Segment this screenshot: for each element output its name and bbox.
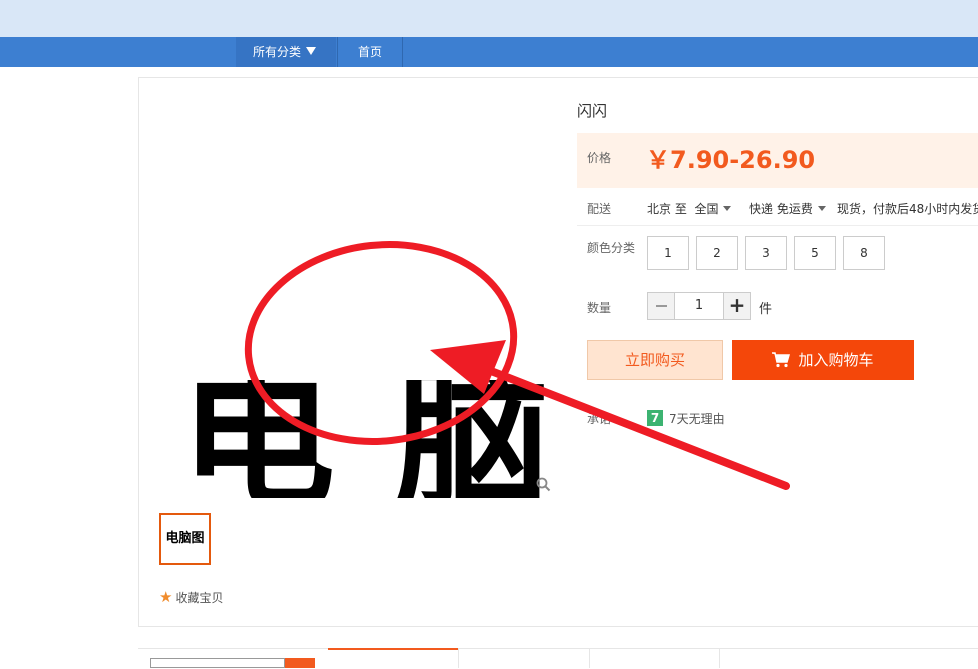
zoom-icon[interactable] [535, 476, 551, 492]
add-to-cart-label: 加入购物车 [798, 351, 874, 369]
caret-down-icon [723, 206, 732, 211]
product-title: 闪闪 [577, 102, 608, 120]
shipping-label: 配送 [587, 202, 612, 216]
color-option[interactable]: 3 [745, 236, 787, 270]
price-value: ￥7.90-26.90 [646, 146, 816, 174]
top-banner [0, 0, 978, 37]
tab-divider [458, 648, 459, 668]
shipping-method-text: 快递 免运费 [749, 202, 813, 216]
main-nav-bar: 所有分类 首页 [0, 37, 978, 67]
quantity-unit: 件 [759, 302, 773, 317]
caret-down-icon [817, 206, 826, 211]
divider [577, 225, 978, 226]
promise-label: 承诺 [587, 412, 612, 426]
product-thumbnail[interactable]: 电脑图 [159, 513, 211, 565]
quantity-increase-button[interactable]: + [723, 292, 751, 320]
nav-divider [402, 37, 403, 67]
tab-divider [719, 648, 720, 668]
caret-down-icon [306, 47, 317, 55]
shipping-note: 现货，付款后48小时内发货 [837, 202, 978, 216]
nav-all-categories[interactable]: 所有分类 [236, 37, 336, 67]
shipping-destination-text: 北京 至 全国 [647, 202, 719, 216]
shipping-destination-select[interactable]: 北京 至 全国 [647, 200, 732, 217]
tab-divider [589, 648, 590, 668]
quantity-label: 数量 [587, 301, 612, 315]
price-label: 价格 [587, 151, 612, 165]
shipping-method-select[interactable]: 快递 免运费 [749, 200, 826, 217]
color-option[interactable]: 2 [696, 236, 738, 270]
star-icon: ★ [159, 588, 173, 606]
favorite-label: 收藏宝贝 [175, 591, 224, 605]
color-option[interactable]: 1 [647, 236, 689, 270]
tab-active[interactable] [328, 648, 458, 668]
main-image-text: 电脑 [180, 380, 560, 498]
color-option[interactable]: 8 [843, 236, 885, 270]
product-main-image[interactable]: 电脑 [178, 380, 560, 498]
promise-text: 7天无理由 [669, 412, 725, 426]
shop-search-input[interactable] [150, 658, 285, 668]
favorite-button[interactable]: ★ 收藏宝贝 [159, 588, 223, 606]
color-option[interactable]: 5 [794, 236, 836, 270]
seven-day-badge-icon: 7 [647, 410, 663, 426]
quantity-input[interactable]: 1 [674, 292, 724, 320]
color-label: 颜色分类 [587, 241, 636, 255]
cart-icon [772, 352, 791, 368]
add-to-cart-button[interactable]: 加入购物车 [732, 340, 914, 380]
nav-all-categories-label: 所有分类 [253, 45, 302, 59]
nav-home-link[interactable]: 首页 [338, 37, 402, 67]
buy-now-button[interactable]: 立即购买 [587, 340, 723, 380]
quantity-decrease-button[interactable] [647, 292, 675, 320]
shop-search-button[interactable] [285, 658, 315, 668]
